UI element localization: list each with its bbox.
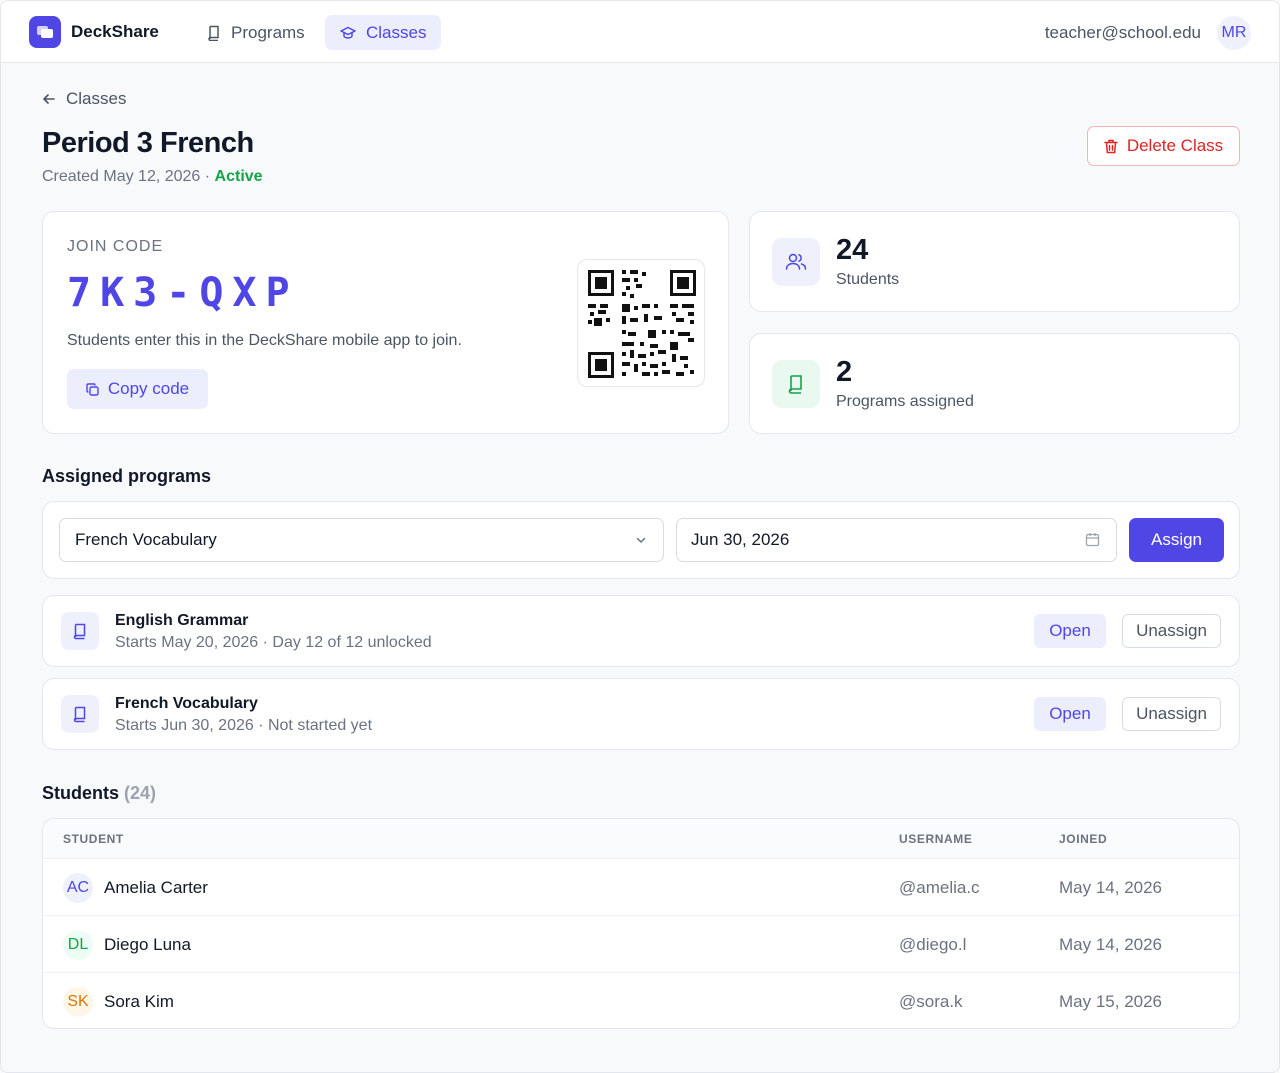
student-name: Sora Kim — [104, 992, 174, 1011]
open-program-button[interactable]: Open — [1034, 697, 1106, 731]
students-table: STUDENT USERNAME JOINED AC Amelia Carter… — [42, 818, 1240, 1029]
assigned-programs-title: Assigned programs — [42, 466, 212, 486]
unassign-program-button[interactable]: Unassign — [1122, 697, 1221, 731]
join-code-help: Students enter this in the DeckShare mob… — [67, 332, 462, 349]
back-link[interactable]: Classes — [42, 89, 126, 109]
created-date: Created May 12, 2026 — [42, 168, 201, 185]
student-username: @sora.k — [899, 992, 963, 1011]
nav-tab-classes[interactable]: Classes — [325, 15, 442, 50]
programs-count: 2 — [836, 356, 853, 388]
student-name: Diego Luna — [104, 935, 191, 954]
avatar: SK — [63, 987, 93, 1017]
programs-stat-card: 2 Programs assigned — [749, 333, 1240, 434]
nav-tab-programs[interactable]: Programs — [192, 15, 320, 50]
students-title-count: (24) — [124, 783, 157, 803]
table-header: STUDENT USERNAME JOINED — [43, 819, 1239, 859]
join-code-card: JOIN CODE 7K3-QXP Students enter this in… — [42, 211, 729, 434]
calendar-icon — [1085, 533, 1100, 547]
open-program-button[interactable]: Open — [1034, 614, 1106, 648]
top-nav: DeckShare Programs Classes teacher@schoo… — [1, 1, 1279, 63]
deckshare-logo-icon — [29, 16, 61, 48]
chevron-down-icon — [636, 537, 646, 544]
join-code: 7K3-QXP — [67, 270, 299, 316]
student-username: @amelia.c — [899, 878, 980, 897]
students-stat-label: Students — [836, 271, 900, 288]
copy-icon — [86, 382, 99, 396]
user-email: teacher@school.edu — [1044, 23, 1201, 42]
students-stat-card: 24 Students — [749, 211, 1240, 312]
table-row[interactable]: AC Amelia Carter @amelia.c May 14, 2026 — [43, 859, 1239, 916]
qr-code — [577, 259, 705, 387]
separator: · — [200, 168, 215, 185]
student-joined: May 14, 2026 — [1059, 878, 1163, 897]
assign-button[interactable]: Assign — [1129, 518, 1224, 562]
book-icon — [772, 360, 820, 408]
program-select-value: French Vocabulary — [75, 530, 217, 549]
book-icon — [61, 612, 99, 650]
app-window: DeckShare Programs Classes teacher@schoo… — [0, 0, 1280, 1073]
page-title: Period 3 French — [42, 127, 254, 159]
users-icon — [772, 238, 820, 286]
graduation-cap-icon — [340, 26, 356, 39]
program-select[interactable]: French Vocabulary — [59, 518, 664, 562]
program-name: French Vocabulary — [115, 695, 258, 712]
program-meta: Starts Jun 30, 2026 · Not started yet — [115, 717, 373, 734]
column-header-username[interactable]: USERNAME — [899, 832, 972, 846]
program-row: English Grammar Starts May 20, 2026 · Da… — [42, 595, 1240, 667]
brand-name: DeckShare — [71, 22, 159, 41]
programs-stat-label: Programs assigned — [836, 393, 974, 410]
unassign-program-button[interactable]: Unassign — [1122, 614, 1221, 648]
avatar: AC — [63, 873, 93, 903]
column-header-student[interactable]: STUDENT — [63, 832, 124, 846]
program-row: French Vocabulary Starts Jun 30, 2026 · … — [42, 678, 1240, 750]
delete-class-label: Delete Class — [1126, 136, 1224, 155]
back-link-label: Classes — [66, 89, 127, 108]
program-name: English Grammar — [115, 612, 249, 629]
students-title-label: Students — [42, 783, 120, 803]
book-icon — [208, 25, 219, 41]
class-subline: Created May 12, 2026 · Active — [42, 168, 263, 186]
nav-tab-label: Classes — [366, 22, 427, 42]
copy-code-label: Copy code — [107, 379, 190, 398]
join-code-label: JOIN CODE — [67, 238, 164, 255]
students-count: 24 — [836, 234, 869, 266]
copy-code-button[interactable]: Copy code — [67, 369, 208, 409]
status-badge: Active — [214, 168, 263, 185]
table-row[interactable]: SK Sora Kim @sora.k May 15, 2026 — [43, 973, 1239, 1028]
student-username: @diego.l — [899, 935, 967, 954]
student-joined: May 14, 2026 — [1059, 935, 1163, 954]
delete-class-button[interactable]: Delete Class — [1087, 126, 1240, 166]
column-header-joined[interactable]: JOINED — [1059, 832, 1107, 846]
avatar: DL — [63, 930, 93, 960]
brand[interactable]: DeckShare — [29, 16, 159, 48]
user-avatar[interactable]: MR — [1217, 16, 1251, 50]
program-meta: Starts May 20, 2026 · Day 12 of 12 unloc… — [115, 634, 432, 651]
student-name: Amelia Carter — [104, 878, 208, 897]
start-date-value: Jun 30, 2026 — [691, 530, 790, 549]
student-joined: May 15, 2026 — [1059, 992, 1163, 1011]
trash-icon — [1104, 139, 1118, 153]
start-date-field[interactable]: Jun 30, 2026 — [676, 518, 1117, 562]
qr-code-icon — [588, 270, 696, 378]
students-title: Students (24) — [42, 783, 156, 804]
arrow-left-icon — [43, 94, 55, 104]
table-row[interactable]: DL Diego Luna @diego.l May 14, 2026 — [43, 916, 1239, 973]
assign-program-form: French Vocabulary Jun 30, 2026 Assign — [42, 501, 1240, 579]
book-icon — [61, 695, 99, 733]
nav-tab-label: Programs — [231, 22, 305, 42]
